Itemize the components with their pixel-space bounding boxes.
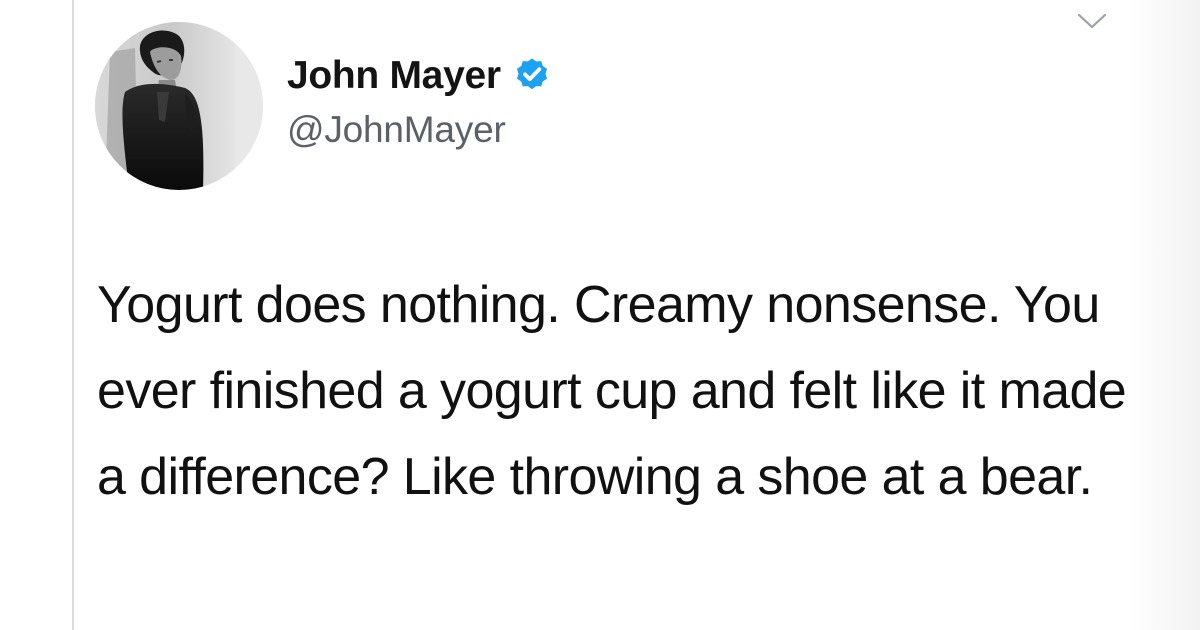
- avatar[interactable]: [95, 22, 263, 190]
- tweet-text: Yogurt does nothing. Creamy nonsense. Yo…: [97, 276, 1127, 506]
- author-name-row: John Mayer: [287, 50, 551, 100]
- author-handle[interactable]: @JohnMayer: [287, 108, 506, 152]
- person-portrait-icon: [95, 22, 263, 190]
- author-display-name[interactable]: John Mayer: [287, 56, 501, 95]
- card-divider: [72, 0, 74, 630]
- tweet-card: John Mayer @JohnMayer Yogurt does nothin…: [0, 0, 1200, 630]
- card-edge-shadow: [1130, 0, 1200, 630]
- chevron-down-icon[interactable]: [1075, 10, 1109, 34]
- verified-badge-icon: [513, 56, 551, 94]
